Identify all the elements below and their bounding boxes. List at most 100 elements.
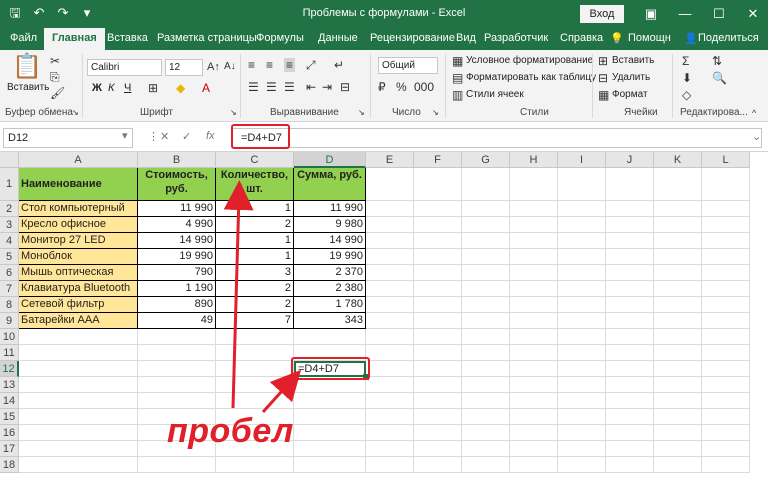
row-header-3[interactable]: 3 <box>0 217 19 233</box>
row-header-13[interactable]: 13 <box>0 377 19 393</box>
cell[interactable] <box>366 297 414 313</box>
bold-button[interactable]: Ж <box>92 82 102 94</box>
cell[interactable] <box>294 441 366 457</box>
table-cell-sum[interactable]: 11 990 <box>294 201 366 217</box>
cell[interactable] <box>462 313 510 329</box>
table-cell-qty[interactable]: 1 <box>216 233 294 249</box>
ribbon-display-options-icon[interactable]: ▣ <box>634 0 668 28</box>
cell[interactable] <box>366 457 414 473</box>
cell[interactable] <box>606 297 654 313</box>
cell[interactable] <box>654 345 702 361</box>
table-cell-name[interactable]: Мышь оптическая <box>19 265 138 281</box>
cell[interactable] <box>414 377 462 393</box>
increase-font-icon[interactable]: A↑ <box>207 60 220 74</box>
table-cell-qty[interactable]: 2 <box>216 297 294 313</box>
cell[interactable] <box>654 249 702 265</box>
cell[interactable] <box>654 281 702 297</box>
cell[interactable] <box>216 393 294 409</box>
italic-button[interactable]: К <box>108 82 114 94</box>
cell[interactable] <box>702 377 750 393</box>
align-right-icon[interactable]: ☰ <box>284 80 295 94</box>
cell[interactable] <box>414 345 462 361</box>
table-header-qty[interactable]: Количество, шт. <box>216 168 294 201</box>
cell[interactable] <box>702 313 750 329</box>
cell[interactable] <box>558 329 606 345</box>
cell[interactable] <box>138 377 216 393</box>
row-header-18[interactable]: 18 <box>0 457 19 473</box>
table-cell-cost[interactable]: 14 990 <box>138 233 216 249</box>
cell[interactable] <box>366 313 414 329</box>
name-box[interactable]: D12 <box>3 128 133 148</box>
cell[interactable] <box>558 393 606 409</box>
table-cell-name[interactable]: Монитор 27 LED <box>19 233 138 249</box>
cell[interactable] <box>414 217 462 233</box>
row-header-10[interactable]: 10 <box>0 329 19 345</box>
cell[interactable] <box>702 425 750 441</box>
close-icon[interactable]: ✕ <box>736 0 768 28</box>
paste-button[interactable]: Вставить <box>7 82 49 93</box>
cell[interactable] <box>510 377 558 393</box>
cell[interactable] <box>702 441 750 457</box>
cell[interactable] <box>462 361 510 377</box>
cell[interactable] <box>216 361 294 377</box>
cell[interactable] <box>462 168 510 201</box>
format-as-table-button[interactable]: Форматировать как таблицу <box>466 72 596 83</box>
dialog-launcher-icon[interactable]: ↘ <box>432 106 439 120</box>
dialog-launcher-icon[interactable]: ↘ <box>358 106 365 120</box>
cell[interactable] <box>414 329 462 345</box>
cell[interactable] <box>558 313 606 329</box>
fill-color-icon[interactable]: ◆ <box>176 81 185 95</box>
table-header-cost[interactable]: Стоимость, руб. <box>138 168 216 201</box>
indent-icon[interactable]: ⇤ <box>306 80 316 94</box>
insert-function-icon[interactable]: fx <box>206 130 215 142</box>
cell[interactable] <box>462 201 510 217</box>
cell[interactable] <box>294 329 366 345</box>
cell[interactable] <box>414 281 462 297</box>
cell[interactable] <box>654 265 702 281</box>
table-cell-sum[interactable]: 9 980 <box>294 217 366 233</box>
cell[interactable] <box>294 393 366 409</box>
column-header-b[interactable]: B <box>138 152 216 168</box>
cell[interactable] <box>702 168 750 201</box>
cell[interactable] <box>216 329 294 345</box>
cell[interactable] <box>558 217 606 233</box>
cell[interactable] <box>510 345 558 361</box>
insert-cells-button[interactable]: Вставить <box>612 55 654 66</box>
table-cell-qty[interactable]: 7 <box>216 313 294 329</box>
cell[interactable] <box>510 265 558 281</box>
cell[interactable] <box>366 329 414 345</box>
table-cell-sum[interactable]: 14 990 <box>294 233 366 249</box>
cell[interactable] <box>19 361 138 377</box>
cell[interactable] <box>558 345 606 361</box>
tab-data[interactable]: Данные <box>318 32 358 44</box>
cell[interactable] <box>558 441 606 457</box>
table-cell-qty[interactable]: 3 <box>216 265 294 281</box>
tab-insert[interactable]: Вставка <box>107 32 148 44</box>
table-cell-cost[interactable]: 1 190 <box>138 281 216 297</box>
underline-button[interactable]: Ч <box>124 82 131 94</box>
cell[interactable] <box>138 457 216 473</box>
cell[interactable] <box>654 361 702 377</box>
table-cell-cost[interactable]: 11 990 <box>138 201 216 217</box>
tab-developer[interactable]: Разработчик <box>484 32 548 44</box>
cell[interactable] <box>654 409 702 425</box>
find-select-icon[interactable]: 🔍 <box>712 71 727 85</box>
cell[interactable] <box>510 233 558 249</box>
cell[interactable] <box>606 168 654 201</box>
cell[interactable] <box>510 329 558 345</box>
cell[interactable] <box>558 425 606 441</box>
cell[interactable] <box>462 297 510 313</box>
cell[interactable] <box>654 377 702 393</box>
cell[interactable] <box>138 329 216 345</box>
cell[interactable] <box>462 217 510 233</box>
cell[interactable] <box>702 297 750 313</box>
copy-icon[interactable]: ⎘ <box>50 70 60 84</box>
column-header-j[interactable]: J <box>606 152 654 168</box>
cell[interactable] <box>294 409 366 425</box>
cell[interactable] <box>216 457 294 473</box>
cell[interactable] <box>366 168 414 201</box>
share-button[interactable]: Поделиться <box>698 32 759 44</box>
font-size-select[interactable]: 12 <box>165 59 203 76</box>
row-header-14[interactable]: 14 <box>0 393 19 409</box>
cell[interactable] <box>702 393 750 409</box>
